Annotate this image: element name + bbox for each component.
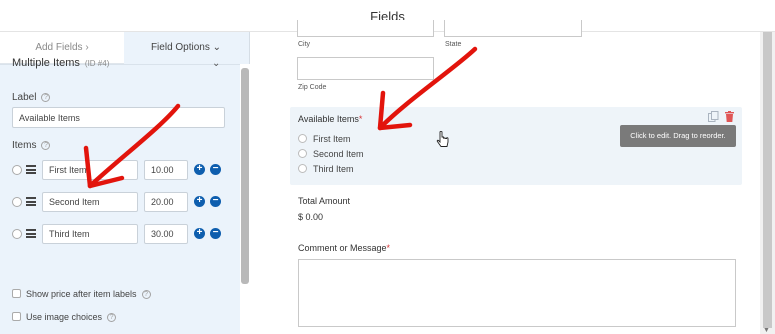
available-items-label: Available Items* xyxy=(298,114,362,124)
option-second-item[interactable]: Second Item xyxy=(298,149,364,159)
drag-handle-icon[interactable] xyxy=(26,197,36,206)
field-type-name: Multiple Items xyxy=(12,57,80,69)
help-icon[interactable]: ? xyxy=(41,93,51,102)
default-radio[interactable] xyxy=(12,229,22,239)
label-heading-text: Label xyxy=(12,92,37,103)
item-row: Third Item 30.00 + − xyxy=(12,224,237,244)
scroll-down-arrow-icon[interactable]: ▼ xyxy=(763,327,770,334)
zip-input[interactable] xyxy=(297,57,434,80)
total-amount-value: $ 0.00 xyxy=(298,212,324,222)
item-label-input[interactable]: Second Item xyxy=(42,192,138,212)
required-mark: * xyxy=(358,114,363,124)
help-icon[interactable]: ? xyxy=(141,290,151,299)
drag-handle-icon[interactable] xyxy=(26,165,36,174)
option-label: Third Item xyxy=(313,164,354,174)
item-price-input[interactable]: 30.00 xyxy=(144,224,188,244)
item-row: Second Item 20.00 + − xyxy=(12,192,237,212)
option-radio[interactable] xyxy=(298,149,307,158)
plus-icon[interactable]: + xyxy=(194,228,205,239)
option-radio[interactable] xyxy=(298,164,307,173)
state-input[interactable] xyxy=(444,20,582,37)
label-heading: Label? xyxy=(12,92,51,103)
trash-icon[interactable] xyxy=(725,111,734,122)
label-input[interactable]: Available Items xyxy=(12,107,225,128)
items-heading: Items? xyxy=(12,140,51,151)
zip-label: Zip Code xyxy=(298,84,327,91)
canvas-scrollbar-thumb[interactable] xyxy=(763,32,772,328)
image-choices-checkbox[interactable] xyxy=(12,312,21,321)
option-first-item[interactable]: First Item xyxy=(298,134,351,144)
item-price-input[interactable]: 10.00 xyxy=(144,160,188,180)
minus-icon[interactable]: − xyxy=(210,164,221,175)
chevron-down-icon[interactable]: ⌄ xyxy=(212,58,220,69)
comment-label: Comment or Message* xyxy=(298,243,390,253)
item-row: First Item 10.00 + − xyxy=(12,160,237,180)
total-amount-label: Total Amount xyxy=(298,196,351,206)
field-group-heading[interactable]: Multiple Items (ID #4) xyxy=(12,57,109,69)
help-icon[interactable]: ? xyxy=(41,141,51,150)
plus-icon[interactable]: + xyxy=(194,196,205,207)
item-label-input[interactable]: Third Item xyxy=(42,224,138,244)
comment-textarea[interactable] xyxy=(298,259,736,327)
option-third-item[interactable]: Third Item xyxy=(298,164,354,174)
minus-icon[interactable]: − xyxy=(210,196,221,207)
help-icon[interactable]: ? xyxy=(107,313,117,322)
plus-icon[interactable]: + xyxy=(194,164,205,175)
field-id: (ID #4) xyxy=(84,59,110,68)
city-label: City xyxy=(298,41,311,48)
panel-scrollbar-thumb[interactable] xyxy=(241,68,249,284)
show-price-option[interactable]: Show price after item labels? xyxy=(12,289,151,299)
show-price-checkbox[interactable] xyxy=(12,289,21,298)
cursor-icon xyxy=(436,131,449,147)
comment-label-text: Comment or Message xyxy=(298,243,387,253)
item-label-input[interactable]: First Item xyxy=(42,160,138,180)
item-price-input[interactable]: 20.00 xyxy=(144,192,188,212)
show-price-label: Show price after item labels xyxy=(26,289,137,299)
default-radio[interactable] xyxy=(12,165,22,175)
required-mark: * xyxy=(386,243,391,253)
tab-field-options[interactable]: Field Options ⌄ xyxy=(124,32,248,64)
state-label: State xyxy=(445,41,462,48)
canvas-scrollbar[interactable]: ▼ xyxy=(760,32,775,334)
items-heading-text: Items xyxy=(12,140,37,151)
panel-scrollbar[interactable] xyxy=(240,64,250,334)
edit-tooltip: Click to edit. Drag to reorder. xyxy=(620,125,736,147)
option-label: First Item xyxy=(313,134,351,144)
city-input[interactable] xyxy=(297,20,434,37)
duplicate-icon[interactable] xyxy=(708,111,719,122)
default-radio[interactable] xyxy=(12,197,22,207)
available-items-label-text: Available Items xyxy=(298,114,359,124)
image-choices-option[interactable]: Use image choices? xyxy=(12,312,117,322)
image-choices-label: Use image choices xyxy=(26,312,103,322)
drag-handle-icon[interactable] xyxy=(26,229,36,238)
minus-icon[interactable]: − xyxy=(210,228,221,239)
option-label: Second Item xyxy=(313,149,364,159)
option-radio[interactable] xyxy=(298,134,307,143)
